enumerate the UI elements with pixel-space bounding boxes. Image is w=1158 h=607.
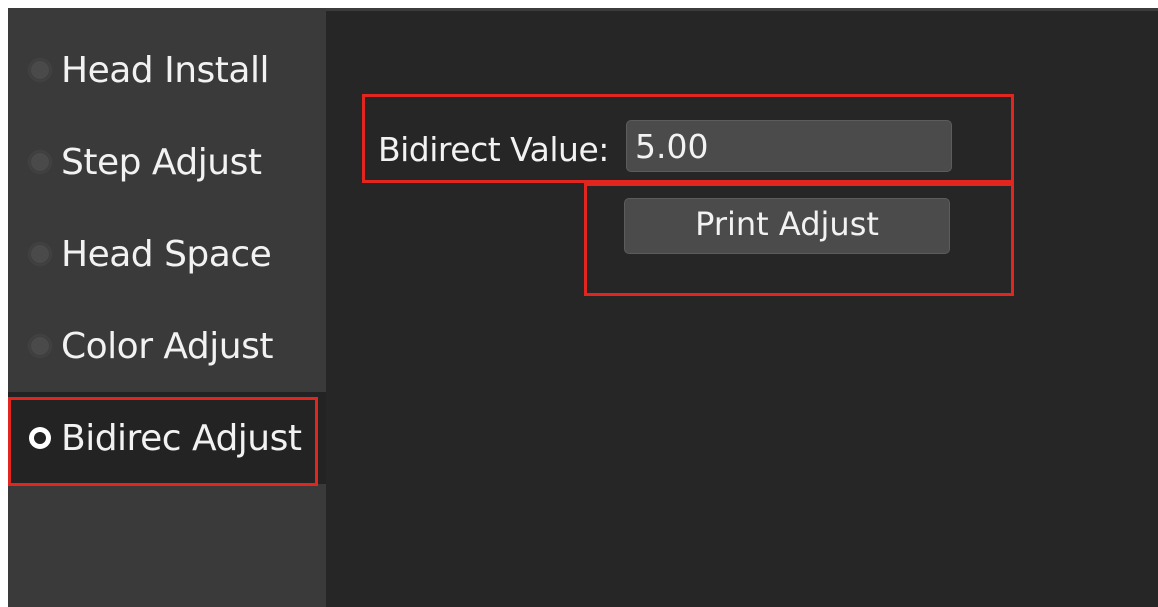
sidebar-item-label: Head Install <box>61 49 269 91</box>
highlight-box-value <box>362 94 1014 183</box>
settings-window: Head Install Step Adjust Head Space Colo… <box>8 8 1158 607</box>
highlight-box-sidebar <box>8 397 318 486</box>
sidebar-item-label: Color Adjust <box>61 325 273 367</box>
radio-icon[interactable] <box>29 151 51 173</box>
sidebar-item-color-adjust[interactable]: Color Adjust <box>8 300 326 392</box>
sidebar-item-head-space[interactable]: Head Space <box>8 208 326 300</box>
sidebar: Head Install Step Adjust Head Space Colo… <box>8 8 326 607</box>
sidebar-item-label: Head Space <box>61 233 272 275</box>
divider <box>326 8 1158 11</box>
main-panel: Bidirect Value: Print Adjust <box>326 8 1158 607</box>
radio-icon[interactable] <box>29 59 51 81</box>
radio-icon[interactable] <box>29 335 51 357</box>
sidebar-item-label: Step Adjust <box>61 141 262 183</box>
radio-icon[interactable] <box>29 243 51 265</box>
highlight-box-button <box>584 183 1014 296</box>
sidebar-item-head-install[interactable]: Head Install <box>8 24 326 116</box>
sidebar-item-step-adjust[interactable]: Step Adjust <box>8 116 326 208</box>
